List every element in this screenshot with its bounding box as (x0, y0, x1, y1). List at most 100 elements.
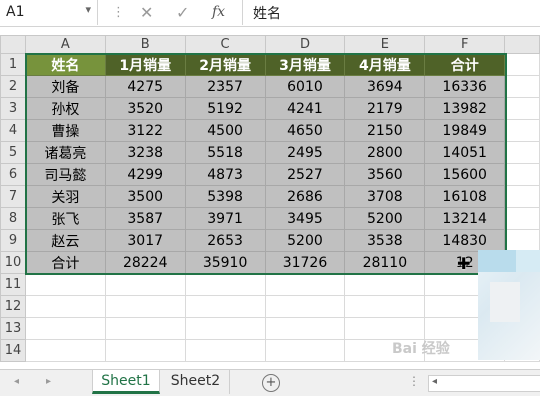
scroll-left-icon[interactable]: ◂ (432, 376, 437, 387)
cell[interactable] (504, 141, 540, 164)
cell[interactable]: 5398 (184, 185, 266, 208)
cell[interactable]: 3520 (104, 97, 186, 120)
cell[interactable]: 13982 (424, 97, 506, 120)
cell[interactable]: 3538 (344, 229, 426, 252)
cell[interactable]: 16336 (424, 75, 506, 98)
cell-header[interactable]: 2月销量 (184, 53, 266, 76)
cell[interactable]: 赵云 (24, 229, 106, 252)
row-header[interactable]: 2 (0, 75, 26, 98)
cell[interactable]: 3971 (184, 207, 266, 230)
name-box-value[interactable]: A1 (6, 4, 24, 20)
cell[interactable] (264, 273, 346, 296)
cell[interactable]: 关羽 (24, 185, 106, 208)
column-header[interactable]: A (24, 35, 106, 54)
cell[interactable] (504, 207, 540, 230)
horizontal-scrollbar[interactable]: ◂ (428, 375, 540, 392)
cell[interactable] (184, 317, 266, 340)
cell-total[interactable]: 28110 (344, 251, 426, 274)
add-sheet-button[interactable]: + (262, 374, 280, 392)
cell[interactable] (264, 295, 346, 318)
cell-total[interactable]: 31726 (264, 251, 346, 274)
cell[interactable]: 4500 (184, 119, 266, 142)
cell[interactable]: 15600 (424, 163, 506, 186)
cell[interactable]: 14830 (424, 229, 506, 252)
cell[interactable]: 张飞 (24, 207, 106, 230)
cell[interactable]: 2800 (344, 141, 426, 164)
cell[interactable] (184, 339, 266, 362)
cell[interactable]: 曹操 (24, 119, 106, 142)
cell-header[interactable]: 合计 (424, 53, 506, 76)
cell[interactable]: 4299 (104, 163, 186, 186)
cell[interactable] (104, 317, 186, 340)
cell[interactable] (344, 295, 426, 318)
cell[interactable]: 3122 (104, 119, 186, 142)
enter-icon[interactable]: ✓ (176, 3, 189, 22)
cell[interactable] (504, 119, 540, 142)
cell[interactable]: 司马懿 (24, 163, 106, 186)
row-header[interactable]: 12 (0, 295, 26, 318)
cell[interactable]: 14051 (424, 141, 506, 164)
row-header[interactable]: 14 (0, 339, 26, 362)
cell[interactable]: 2527 (264, 163, 346, 186)
cell[interactable]: 2150 (344, 119, 426, 142)
cell[interactable]: 3500 (104, 185, 186, 208)
cell[interactable]: 4275 (104, 75, 186, 98)
row-header[interactable]: 9 (0, 229, 26, 252)
chevron-down-icon[interactable]: ▾ (85, 3, 91, 16)
cell[interactable] (504, 53, 540, 76)
cell[interactable]: 4650 (264, 119, 346, 142)
cell[interactable] (184, 273, 266, 296)
cell[interactable] (504, 75, 540, 98)
vertical-dots-icon[interactable]: ⋮ (408, 374, 420, 388)
column-header[interactable]: C (184, 35, 266, 54)
cell[interactable] (504, 185, 540, 208)
cell[interactable]: 13214 (424, 207, 506, 230)
cell-total[interactable]: 28224 (104, 251, 186, 274)
tab-sheet1[interactable]: Sheet1 (92, 370, 160, 394)
cell[interactable]: 5192 (184, 97, 266, 120)
cell[interactable] (184, 295, 266, 318)
cell[interactable]: 2495 (264, 141, 346, 164)
cell[interactable]: 2357 (184, 75, 266, 98)
cell[interactable]: 2653 (184, 229, 266, 252)
select-all-corner[interactable] (0, 35, 26, 54)
cell[interactable]: 3587 (104, 207, 186, 230)
cancel-icon[interactable]: ✕ (140, 3, 153, 22)
cell[interactable]: 3017 (104, 229, 186, 252)
cell[interactable] (264, 339, 346, 362)
formula-input[interactable]: 姓名 (242, 0, 540, 25)
cell[interactable] (24, 317, 106, 340)
cell[interactable] (264, 317, 346, 340)
cell[interactable]: 2179 (344, 97, 426, 120)
tab-next-icon[interactable]: ▸ (46, 376, 51, 387)
cell-total[interactable]: 合计 (24, 251, 106, 274)
cell[interactable] (504, 97, 540, 120)
formula-value[interactable]: 姓名 (253, 3, 281, 23)
insert-function-button[interactable]: fx (212, 4, 225, 20)
cell[interactable] (104, 339, 186, 362)
cell[interactable]: 5200 (344, 207, 426, 230)
row-header[interactable]: 8 (0, 207, 26, 230)
cell[interactable]: 孙权 (24, 97, 106, 120)
row-header[interactable]: 7 (0, 185, 26, 208)
cell[interactable]: 3708 (344, 185, 426, 208)
row-header[interactable]: 4 (0, 119, 26, 142)
cell[interactable]: 3238 (104, 141, 186, 164)
column-header[interactable] (504, 35, 540, 54)
column-header[interactable]: E (344, 35, 426, 54)
cell-header[interactable]: 1月销量 (104, 53, 186, 76)
cell-header[interactable]: 姓名 (24, 53, 106, 76)
cell[interactable] (24, 273, 106, 296)
row-header[interactable]: 6 (0, 163, 26, 186)
cell-header[interactable]: 3月销量 (264, 53, 346, 76)
cell[interactable]: 5200 (264, 229, 346, 252)
column-header[interactable]: D (264, 35, 346, 54)
row-header[interactable]: 11 (0, 273, 26, 296)
name-box[interactable]: A1 ▾ (0, 0, 98, 25)
cell[interactable]: 4873 (184, 163, 266, 186)
cell[interactable]: 诸葛亮 (24, 141, 106, 164)
row-header[interactable]: 5 (0, 141, 26, 164)
cell[interactable]: 5518 (184, 141, 266, 164)
cell[interactable]: 刘备 (24, 75, 106, 98)
cell[interactable]: 3560 (344, 163, 426, 186)
